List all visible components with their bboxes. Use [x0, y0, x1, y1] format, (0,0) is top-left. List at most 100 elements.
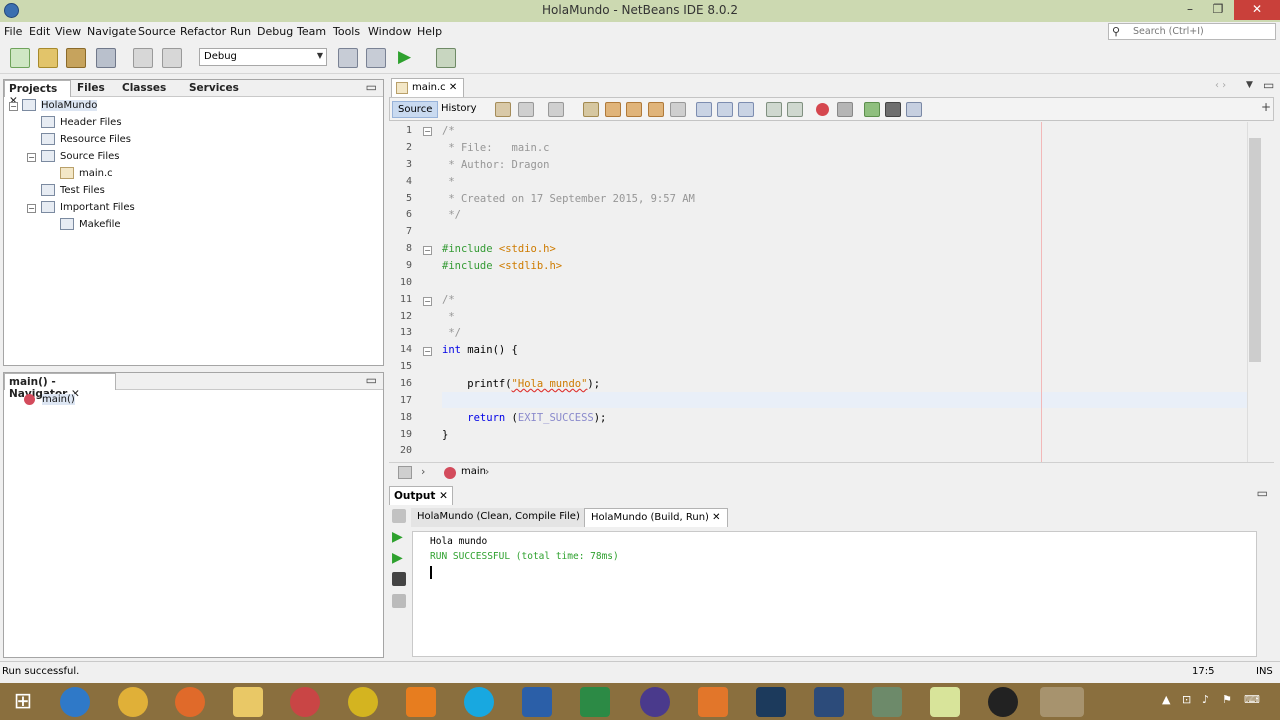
tab-navigator[interactable]: main() - Navigator ✕	[4, 373, 116, 400]
tab-list-chevron-icon[interactable]: ▼	[1246, 80, 1253, 90]
menu-window[interactable]: Window	[368, 25, 411, 38]
tree-item-main-c[interactable]: main.c	[60, 166, 113, 182]
menu-run[interactable]: Run	[230, 25, 251, 38]
file-explorer-icon[interactable]	[233, 687, 263, 717]
minimize-panel-icon[interactable]: ▭	[366, 80, 377, 94]
forward-icon[interactable]	[548, 102, 564, 117]
tree-item-test-files[interactable]: Test Files	[41, 183, 105, 199]
start-macro-icon[interactable]	[816, 103, 829, 116]
tree-item-makefile[interactable]: Makefile	[60, 217, 121, 233]
redo-icon[interactable]	[162, 48, 182, 68]
configuration-select[interactable]: Debug ▼	[199, 48, 327, 66]
menu-tools[interactable]: Tools	[333, 25, 360, 38]
eclipse-icon[interactable]	[640, 687, 670, 717]
tab-output[interactable]: Output ✕	[389, 486, 453, 505]
build-hammer-icon[interactable]	[338, 48, 358, 68]
tab-output-build-run[interactable]: HolaMundo (Build, Run) ✕	[584, 508, 728, 527]
find-next-icon[interactable]	[626, 102, 642, 117]
maximize-editor-icon[interactable]: ▭	[1263, 78, 1274, 92]
firefox-icon[interactable]	[175, 687, 205, 717]
history-view-button[interactable]: History	[436, 101, 482, 118]
tree-item-holamundo[interactable]: HolaMundo	[22, 98, 98, 114]
menu-edit[interactable]: Edit	[29, 25, 50, 38]
terminal-icon[interactable]	[392, 572, 406, 586]
navigator-item-main[interactable]: main()	[24, 392, 75, 408]
chrome-icon[interactable]	[118, 687, 148, 717]
clear-output-icon[interactable]	[392, 594, 406, 608]
undo-icon[interactable]	[133, 48, 153, 68]
word-icon[interactable]	[522, 687, 552, 717]
rerun-icon[interactable]: ▶	[392, 530, 406, 544]
sql-icon[interactable]	[814, 687, 844, 717]
toggle-highlight-icon[interactable]	[648, 102, 664, 117]
netbeans-taskbar-icon[interactable]	[1040, 687, 1084, 717]
tab-main-c[interactable]: main.c ✕	[391, 78, 465, 97]
run-project-icon[interactable]: ▶	[398, 48, 418, 68]
restore-button[interactable]: ❐	[1204, 0, 1232, 20]
clean-build-icon[interactable]	[366, 48, 386, 68]
previous-bookmark-icon[interactable]	[696, 102, 712, 117]
last-edit-icon[interactable]	[495, 102, 511, 117]
scroll-tabs-left-icon[interactable]: ‹ ›	[1215, 80, 1226, 91]
next-bookmark-icon[interactable]	[717, 102, 733, 117]
stop-macro-icon[interactable]	[837, 102, 853, 117]
skype-icon[interactable]	[464, 687, 494, 717]
back-icon[interactable]	[518, 102, 534, 117]
breadcrumb-item-main[interactable]: main	[461, 466, 486, 477]
uncomment-icon[interactable]	[885, 102, 901, 117]
source-view-button[interactable]: Source	[392, 101, 439, 118]
collapse-toggle[interactable]: −	[9, 102, 18, 111]
shift-right-icon[interactable]	[787, 102, 803, 117]
tree-item-resource-files[interactable]: Resource Files	[41, 132, 131, 148]
keyboard-icon[interactable]: ⌨	[1244, 693, 1260, 706]
minimize-panel-icon[interactable]: ▭	[1257, 486, 1268, 500]
close-icon[interactable]: ✕	[439, 490, 448, 502]
tab-services[interactable]: Services	[185, 80, 243, 97]
tree-item-important-files[interactable]: Important Files	[41, 200, 135, 216]
code-editor[interactable]: − − − − /* * File: main.c * Author: Drag…	[421, 122, 1247, 462]
close-button[interactable]: ✕	[1234, 0, 1280, 20]
toggle-bookmark-icon[interactable]	[738, 102, 754, 117]
stop-icon[interactable]	[392, 509, 406, 523]
collapse-toggle[interactable]: −	[27, 153, 36, 162]
notes-icon[interactable]	[930, 687, 960, 717]
xampp-icon[interactable]	[698, 687, 728, 717]
save-all-icon[interactable]	[96, 48, 116, 68]
close-icon[interactable]: ✕	[449, 82, 457, 93]
menu-view[interactable]: View	[55, 25, 81, 38]
rerun-with-args-icon[interactable]: ▶	[392, 551, 406, 565]
fold-toggle[interactable]: −	[423, 347, 432, 356]
tray-chevron-icon[interactable]: ▲	[1162, 693, 1170, 706]
windows-start-icon[interactable]: ⊞	[8, 687, 38, 717]
comment-icon[interactable]	[864, 102, 880, 117]
vlc-icon[interactable]	[406, 687, 436, 717]
output-console[interactable]: Hola mundo RUN SUCCESSFUL (total time: 7…	[412, 531, 1257, 657]
flag-icon[interactable]: ⚑	[1222, 693, 1232, 706]
new-file-icon[interactable]	[10, 48, 30, 68]
fold-toggle[interactable]: −	[423, 246, 432, 255]
tree-item-header-files[interactable]: Header Files	[41, 115, 122, 131]
tab-classes[interactable]: Classes	[118, 80, 170, 97]
collapse-toggle[interactable]: −	[27, 204, 36, 213]
split-editor-icon[interactable]: +	[1261, 100, 1271, 114]
menu-team[interactable]: Team	[297, 25, 326, 38]
tab-projects[interactable]: Projects ✕	[4, 80, 71, 107]
menu-refactor[interactable]: Refactor	[180, 25, 226, 38]
fold-toggle[interactable]: −	[423, 297, 432, 306]
shift-left-icon[interactable]	[766, 102, 782, 117]
network-icon[interactable]: ⊡	[1182, 693, 1191, 706]
tab-files[interactable]: Files	[73, 80, 109, 97]
tab-output-clean-compile[interactable]: HolaMundo (Clean, Compile File) ✕	[411, 508, 598, 527]
ide-search-input[interactable]: ⚲ Search (Ctrl+I)	[1108, 23, 1276, 40]
format-icon[interactable]	[906, 102, 922, 117]
new-project-icon[interactable]	[38, 48, 58, 68]
app-icon[interactable]	[872, 687, 902, 717]
menu-file[interactable]: File	[4, 25, 22, 38]
close-icon[interactable]: ✕	[712, 512, 720, 523]
editor-scroll-thumb[interactable]	[1249, 138, 1261, 362]
open-project-icon[interactable]	[66, 48, 86, 68]
minimize-panel-icon[interactable]: ▭	[366, 373, 377, 387]
toggle-rect-selection-icon[interactable]	[670, 102, 686, 117]
excel-icon[interactable]	[580, 687, 610, 717]
photoshop-icon[interactable]	[756, 687, 786, 717]
